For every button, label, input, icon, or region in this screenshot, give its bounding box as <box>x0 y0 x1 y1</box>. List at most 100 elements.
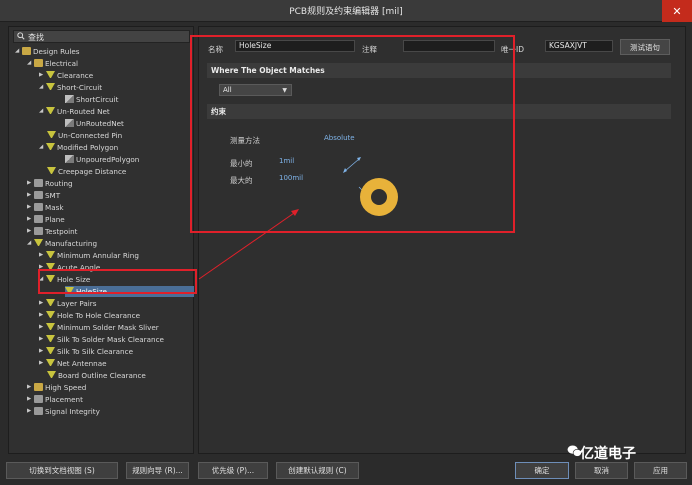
expand-arrow-icon[interactable]: ◢ <box>27 238 34 249</box>
collapse-arrow-icon[interactable]: ▶ <box>27 382 34 393</box>
tree-item[interactable]: ▶ Plane <box>27 214 65 225</box>
collapse-arrow-icon[interactable]: ▶ <box>39 310 46 321</box>
switch-document-view-button[interactable]: 切换到文档视图 (S) <box>6 462 118 479</box>
category-icon <box>34 191 43 199</box>
rule-type-icon <box>46 335 55 343</box>
collapse-arrow-icon[interactable]: ▶ <box>39 250 46 261</box>
tree-item[interactable]: ◢ Design Rules <box>15 46 80 57</box>
tree-item-label: UnRoutedNet <box>76 119 124 128</box>
tree-item[interactable]: UnRoutedNet <box>65 118 124 129</box>
tree-item-label: Un-Routed Net <box>57 107 110 116</box>
arrow-head-icon <box>291 209 299 216</box>
expand-arrow-icon[interactable]: ◢ <box>39 142 46 153</box>
tree-item[interactable]: ▶ Minimum Solder Mask Sliver <box>39 322 159 333</box>
priorities-button[interactable]: 优先级 (P)... <box>198 462 268 479</box>
tree-item[interactable]: ▶ Placement <box>27 394 83 405</box>
tree-item-label: Short-Circuit <box>57 83 103 92</box>
tree-item-label: Manufacturing <box>45 239 98 248</box>
folder-icon <box>34 383 43 391</box>
tree-item[interactable]: ▶ SMT <box>27 190 60 201</box>
collapse-arrow-icon[interactable]: ▶ <box>27 394 34 405</box>
tree-item-label: Layer Pairs <box>57 299 97 308</box>
collapse-arrow-icon[interactable]: ▶ <box>39 346 46 357</box>
tree-item-label: Net Antennae <box>57 359 107 368</box>
tree-item[interactable]: ▶ Net Antennae <box>39 358 107 369</box>
collapse-arrow-icon[interactable]: ▶ <box>27 202 34 213</box>
tree-item[interactable]: ◢ Modified Polygon <box>39 142 118 153</box>
category-icon <box>34 179 43 187</box>
rule-type-icon <box>46 83 55 91</box>
category-icon <box>34 407 43 415</box>
tree-item-label: Silk To Silk Clearance <box>57 347 133 356</box>
category-icon <box>34 227 43 235</box>
rule-type-icon <box>46 311 55 319</box>
tree-item-label: Plane <box>45 215 65 224</box>
rule-type-icon <box>46 107 55 115</box>
close-button[interactable]: ✕ <box>662 0 692 22</box>
rule-tree-pane: 查找 ◢ Design Rules ◢ Electrical ▶ Clearance ◢ Sh… <box>8 26 194 454</box>
collapse-arrow-icon[interactable]: ▶ <box>39 322 46 333</box>
create-default-rules-button[interactable]: 创建默认规则 (C) <box>276 462 359 479</box>
ok-button[interactable]: 确定 <box>515 462 569 479</box>
tree-item[interactable]: ▶ Layer Pairs <box>39 298 96 309</box>
search-box[interactable]: 查找 <box>13 30 190 43</box>
watermark-text: 亿道电子 <box>580 446 636 462</box>
cancel-button[interactable]: 取消 <box>575 462 628 479</box>
tree-item[interactable]: ▶ Testpoint <box>27 226 77 237</box>
expand-arrow-icon[interactable]: ◢ <box>15 46 22 57</box>
tree-item[interactable]: ▶ Routing <box>27 178 73 189</box>
tree-item-label: Routing <box>45 179 73 188</box>
test-query-button[interactable]: 测试语句 <box>620 39 670 55</box>
tree-item-label: Modified Polygon <box>57 143 119 152</box>
tree-item[interactable]: ▶ Silk To Solder Mask Clearance <box>39 334 164 345</box>
expand-arrow-icon[interactable]: ◢ <box>39 82 46 93</box>
tree-item[interactable]: ◢ Manufacturing <box>27 238 97 249</box>
tree-item-label: Un-Connected Pin <box>58 131 123 140</box>
collapse-arrow-icon[interactable]: ▶ <box>39 70 46 81</box>
rule-type-icon <box>46 323 55 331</box>
tree-item[interactable]: ShortCircuit <box>65 94 118 105</box>
expand-arrow-icon[interactable]: ◢ <box>39 106 46 117</box>
tree-item-label: SMT <box>45 191 61 200</box>
unique-id-field[interactable]: KGSAXJVT <box>545 40 613 52</box>
tree-item[interactable]: Board Outline Clearance <box>47 370 146 381</box>
apply-button[interactable]: 应用 <box>634 462 687 479</box>
tree-item[interactable]: ◢ Un-Routed Net <box>39 106 110 117</box>
title-bar: PCB规则及约束编辑器 [mil] ✕ <box>0 0 692 22</box>
rule-icon <box>65 155 74 163</box>
category-icon <box>34 395 43 403</box>
collapse-arrow-icon[interactable]: ▶ <box>39 358 46 369</box>
tree-item[interactable]: ▶ Clearance <box>39 70 93 81</box>
rule-type-icon <box>46 299 55 307</box>
collapse-arrow-icon[interactable]: ▶ <box>27 190 34 201</box>
rule-wizard-button[interactable]: 规则向导 (R)... <box>126 462 189 479</box>
tree-item-label: Design Rules <box>33 47 80 56</box>
tree-item-label: ShortCircuit <box>76 95 119 104</box>
expand-arrow-icon[interactable]: ◢ <box>27 58 34 69</box>
tree-item[interactable]: ▶ Silk To Silk Clearance <box>39 346 133 357</box>
rule-type-icon <box>47 131 56 139</box>
tree-item[interactable]: Creepage Distance <box>47 166 126 177</box>
tree-item[interactable]: Un-Connected Pin <box>47 130 122 141</box>
collapse-arrow-icon[interactable]: ▶ <box>39 298 46 309</box>
collapse-arrow-icon[interactable]: ▶ <box>27 214 34 225</box>
tree-item[interactable]: ▶ Hole To Hole Clearance <box>39 310 140 321</box>
tree-item[interactable]: UnpouredPolygon <box>65 154 139 165</box>
tree-item-label: Hole To Hole Clearance <box>57 311 140 320</box>
hole-size-highlight-box <box>38 269 197 294</box>
collapse-arrow-icon[interactable]: ▶ <box>27 226 34 237</box>
tree-item-label: Testpoint <box>45 227 78 236</box>
rule-type-icon <box>47 167 56 175</box>
collapse-arrow-icon[interactable]: ▶ <box>39 334 46 345</box>
collapse-arrow-icon[interactable]: ▶ <box>27 406 34 417</box>
tree-item[interactable]: ◢ Short-Circuit <box>39 82 102 93</box>
tree-item[interactable]: ▶ Minimum Annular Ring <box>39 250 139 261</box>
collapse-arrow-icon[interactable]: ▶ <box>27 178 34 189</box>
tree-item[interactable]: ▶ Signal Integrity <box>27 406 100 417</box>
rule-type-icon <box>46 71 55 79</box>
tree-item[interactable]: ▶ High Speed <box>27 382 86 393</box>
rule-icon <box>65 119 74 127</box>
search-label: 查找 <box>28 33 44 42</box>
tree-item[interactable]: ◢ Electrical <box>27 58 78 69</box>
tree-item[interactable]: ▶ Mask <box>27 202 64 213</box>
